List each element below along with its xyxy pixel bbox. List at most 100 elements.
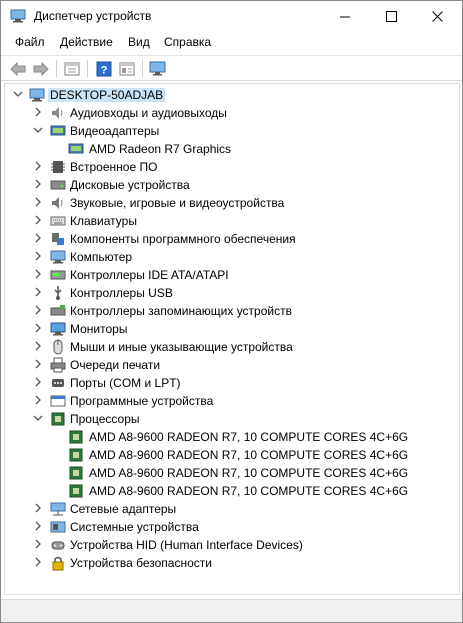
close-icon (431, 11, 443, 22)
tree-item-label: AMD A8-9600 RADEON R7, 10 COMPUTE CORES … (89, 484, 409, 498)
menu-action[interactable]: Действие (60, 35, 113, 49)
expand-chevron-icon[interactable] (33, 341, 43, 353)
tree-item-label: Устройства безопасности (70, 556, 212, 570)
processor-icon (69, 466, 83, 480)
tree-item-label: Очереди печати (70, 358, 161, 372)
title-bar[interactable]: Диспетчер устройств (1, 1, 462, 32)
menu-help[interactable]: Справка (164, 35, 211, 49)
svg-text:?: ? (101, 65, 108, 77)
expand-chevron-icon[interactable] (33, 359, 43, 371)
tree-device-row[interactable]: AMD A8-9600 RADEON R7, 10 COMPUTE CORES … (5, 482, 459, 500)
tree-device-row[interactable]: AMD Radeon R7 Graphics (5, 140, 459, 158)
maximize-icon (385, 11, 397, 22)
tree-device-row[interactable]: AMD A8-9600 RADEON R7, 10 COMPUTE CORES … (5, 428, 459, 446)
tree-category-row[interactable]: Программные устройства (5, 392, 459, 410)
tree-category-row[interactable]: Аудиовходы и аудиовыходы (5, 104, 459, 122)
tree-category-row[interactable]: Звуковые, игровые и видеоустройства (5, 194, 459, 212)
expand-chevron-icon[interactable] (33, 251, 43, 263)
expand-chevron-icon[interactable] (33, 377, 43, 389)
menu-file[interactable]: Файл (15, 35, 45, 49)
tree-item-label: Контроллеры USB (70, 286, 173, 300)
scan-hardware-button[interactable] (149, 60, 167, 78)
software-device-icon (50, 395, 66, 407)
back-button[interactable] (9, 60, 27, 78)
monitor-icon (149, 61, 166, 76)
speaker-icon (52, 107, 63, 119)
sound-icon (52, 197, 63, 209)
expand-chevron-icon[interactable] (33, 503, 43, 515)
tree-device-row[interactable]: AMD A8-9600 RADEON R7, 10 COMPUTE CORES … (5, 446, 459, 464)
expand-chevron-icon[interactable] (33, 557, 43, 569)
tree-category-row[interactable]: Системные устройства (5, 518, 459, 536)
minimize-button[interactable] (322, 1, 368, 32)
monitor-icon (50, 322, 66, 336)
tree-item-label: Дисковые устройства (70, 178, 190, 192)
toolbar-separator (56, 60, 57, 78)
port-icon (52, 379, 64, 387)
tree-category-row[interactable]: Мониторы (5, 320, 459, 338)
view-button[interactable] (118, 60, 136, 78)
device-manager-app-icon (10, 9, 26, 23)
network-icon (50, 502, 66, 516)
tree-device-row[interactable]: AMD A8-9600 RADEON R7, 10 COMPUTE CORES … (5, 464, 459, 482)
tree-category-row[interactable]: Компьютер (5, 248, 459, 266)
tree-category-row[interactable]: Порты (COM и LPT) (5, 374, 459, 392)
computer-icon (29, 88, 45, 102)
menu-view[interactable]: Вид (128, 35, 150, 49)
collapse-chevron-icon[interactable] (13, 89, 23, 101)
expand-chevron-icon[interactable] (33, 179, 43, 191)
expand-chevron-icon[interactable] (33, 287, 43, 299)
tree-category-row[interactable]: Встроенное ПО (5, 158, 459, 176)
tree-item-label: Видеоадаптеры (70, 124, 160, 138)
tree-category-row[interactable]: Клавиатуры (5, 212, 459, 230)
tree-category-row[interactable]: Контроллеры USB (5, 284, 459, 302)
expand-chevron-icon[interactable] (33, 161, 43, 173)
tree-item-label: Сетевые адаптеры (70, 502, 177, 516)
tree-item-label: Компьютер (70, 250, 133, 264)
expand-chevron-icon[interactable] (33, 269, 43, 281)
tree-category-row[interactable]: Сетевые адаптеры (5, 500, 459, 518)
expand-chevron-icon[interactable] (33, 323, 43, 335)
properties-button[interactable] (63, 60, 81, 78)
device-tree[interactable]: DESKTOP-50ADJAB Аудиовходы и аудиовыходы… (4, 83, 460, 595)
close-button[interactable] (414, 1, 460, 32)
tree-category-row[interactable]: Контроллеры запоминающих устройств (5, 302, 459, 320)
collapse-chevron-icon[interactable] (33, 125, 43, 137)
tree-category-row[interactable]: Устройства безопасности (5, 554, 459, 572)
tree-category-row[interactable]: Дисковые устройства (5, 176, 459, 194)
keyboard-icon (50, 216, 66, 226)
tree-category-row[interactable]: Очереди печати (5, 356, 459, 374)
tree-category-row[interactable]: Видеоадаптеры (5, 122, 459, 140)
processor-icon (69, 448, 83, 462)
mouse-icon (53, 339, 63, 355)
maximize-button[interactable] (368, 1, 414, 32)
expand-chevron-icon[interactable] (33, 521, 43, 533)
expand-chevron-icon[interactable] (33, 197, 43, 209)
disk-icon (50, 180, 66, 190)
tree-item-label: Контроллеры IDE ATA/ATAPI (70, 268, 229, 282)
tree-category-row[interactable]: Компоненты программного обеспечения (5, 230, 459, 248)
window-title: Диспетчер устройств (34, 9, 152, 23)
tree-category-row[interactable]: Процессоры (5, 410, 459, 428)
tree-category-row[interactable]: Устройства HID (Human Interface Devices) (5, 536, 459, 554)
tree-item-label: Звуковые, игровые и видеоустройства (70, 196, 285, 210)
root-computer-name[interactable]: DESKTOP-50ADJAB (48, 88, 166, 102)
tree-item-label: Мыши и иные указывающие устройства (70, 340, 293, 354)
collapse-chevron-icon[interactable] (33, 413, 43, 425)
expand-chevron-icon[interactable] (33, 539, 43, 551)
tree-category-row[interactable]: Мыши и иные указывающие устройства (5, 338, 459, 356)
expand-chevron-icon[interactable] (33, 233, 43, 245)
tree-root-row[interactable]: DESKTOP-50ADJAB (5, 86, 459, 104)
expand-chevron-icon[interactable] (33, 215, 43, 227)
forward-button[interactable] (32, 60, 50, 78)
tree-item-label: Порты (COM и LPT) (70, 376, 181, 390)
tree-category-row[interactable]: Контроллеры IDE ATA/ATAPI (5, 266, 459, 284)
expand-chevron-icon[interactable] (33, 107, 43, 119)
properties-icon (64, 62, 80, 76)
expand-chevron-icon[interactable] (33, 305, 43, 317)
toolbar-separator (87, 60, 88, 78)
tree-item-label: AMD Radeon R7 Graphics (89, 142, 232, 156)
help-button[interactable]: ? (95, 60, 113, 78)
tree-item-label: Программные устройства (70, 394, 214, 408)
expand-chevron-icon[interactable] (33, 395, 43, 407)
